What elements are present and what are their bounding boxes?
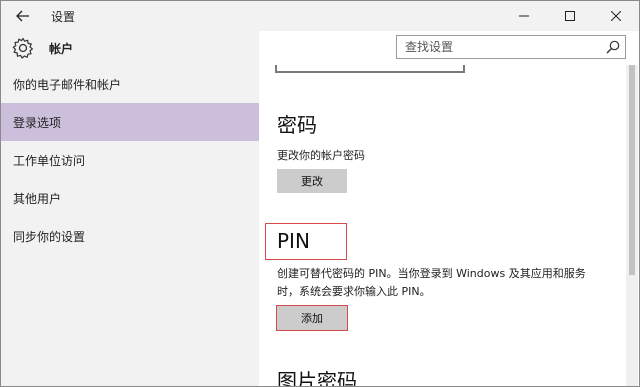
sidebar-item-label: 你的电子邮件和帐户 <box>13 77 122 92</box>
minimize-icon <box>519 15 529 17</box>
sidebar-item-work-access[interactable]: 工作单位访问 <box>1 141 259 179</box>
change-password-button[interactable]: 更改 <box>277 169 347 193</box>
password-description: 更改你的帐户密码 <box>277 149 365 162</box>
sidebar: 帐户 你的电子邮件和帐户 登录选项 工作单位访问 其他用户 同步你的设置 <box>1 31 259 386</box>
minimize-button[interactable] <box>501 1 547 31</box>
search-icon[interactable] <box>606 40 620 54</box>
maximize-button[interactable] <box>547 1 593 31</box>
sidebar-header: 帐户 <box>1 31 259 65</box>
password-section-title: 密码 <box>277 113 317 137</box>
sidebar-item-label: 登录选项 <box>13 115 62 130</box>
scrollbar[interactable] <box>626 65 638 386</box>
pin-section-title: PIN <box>277 229 310 253</box>
settings-window: 设置 帐户 你的电子邮件和帐户 登录选项 工作单位访问 其他用户 同步你的设置 … <box>0 0 640 387</box>
back-button[interactable] <box>1 1 45 31</box>
previous-section-field <box>275 65 465 73</box>
sidebar-item-email-accounts[interactable]: 你的电子邮件和帐户 <box>1 65 259 103</box>
picture-password-section-title: 图片密码 <box>277 369 357 387</box>
sidebar-item-sync-settings[interactable]: 同步你的设置 <box>1 217 259 255</box>
pin-description-line1: 创建可替代密码的 PIN。当你登录到 Windows 及其应用和服务 <box>277 267 586 280</box>
close-icon <box>611 11 621 21</box>
sidebar-item-label: 同步你的设置 <box>13 229 86 244</box>
sidebar-item-label: 工作单位访问 <box>13 153 86 168</box>
scrollbar-thumb[interactable] <box>629 65 635 275</box>
back-arrow-icon <box>16 10 29 22</box>
sidebar-item-sign-in-options[interactable]: 登录选项 <box>1 103 259 141</box>
sidebar-item-other-users[interactable]: 其他用户 <box>1 179 259 217</box>
pin-description-line2: 时，系统会要求你输入此 PIN。 <box>277 285 431 298</box>
main-content: 密码 更改你的帐户密码 更改 PIN 创建可替代密码的 PIN。当你登录到 Wi… <box>259 65 627 387</box>
add-pin-button[interactable]: 添加 <box>277 306 347 330</box>
window-controls <box>501 1 639 31</box>
sidebar-heading: 帐户 <box>49 41 74 56</box>
title-bar: 设置 <box>1 1 639 31</box>
gear-icon <box>11 36 35 60</box>
search-input[interactable] <box>403 39 599 55</box>
window-title: 设置 <box>51 9 76 24</box>
maximize-icon <box>565 11 575 21</box>
search-box <box>396 35 626 59</box>
sidebar-item-label: 其他用户 <box>13 191 62 206</box>
close-button[interactable] <box>593 1 639 31</box>
